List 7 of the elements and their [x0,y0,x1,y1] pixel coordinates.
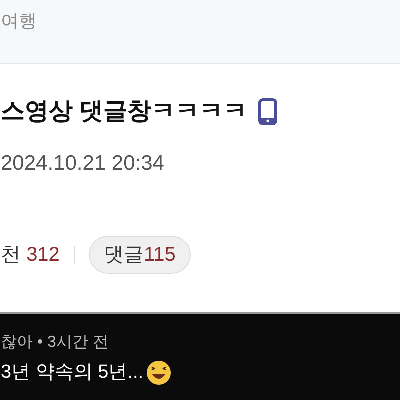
laughing-face-icon [146,360,172,386]
comments-button[interactable]: 댓글115 [88,236,191,274]
post-date: 2024.10.21 20:34 [1,151,166,177]
view-count: 천 312 [1,243,60,268]
post-title: 스영상 댓글창ㅋㅋㅋㅋ [1,97,248,127]
comment-text: 3년 약속의 5년... [1,361,144,385]
comment-meta: 찮아 • 3시간 전 [1,333,110,353]
